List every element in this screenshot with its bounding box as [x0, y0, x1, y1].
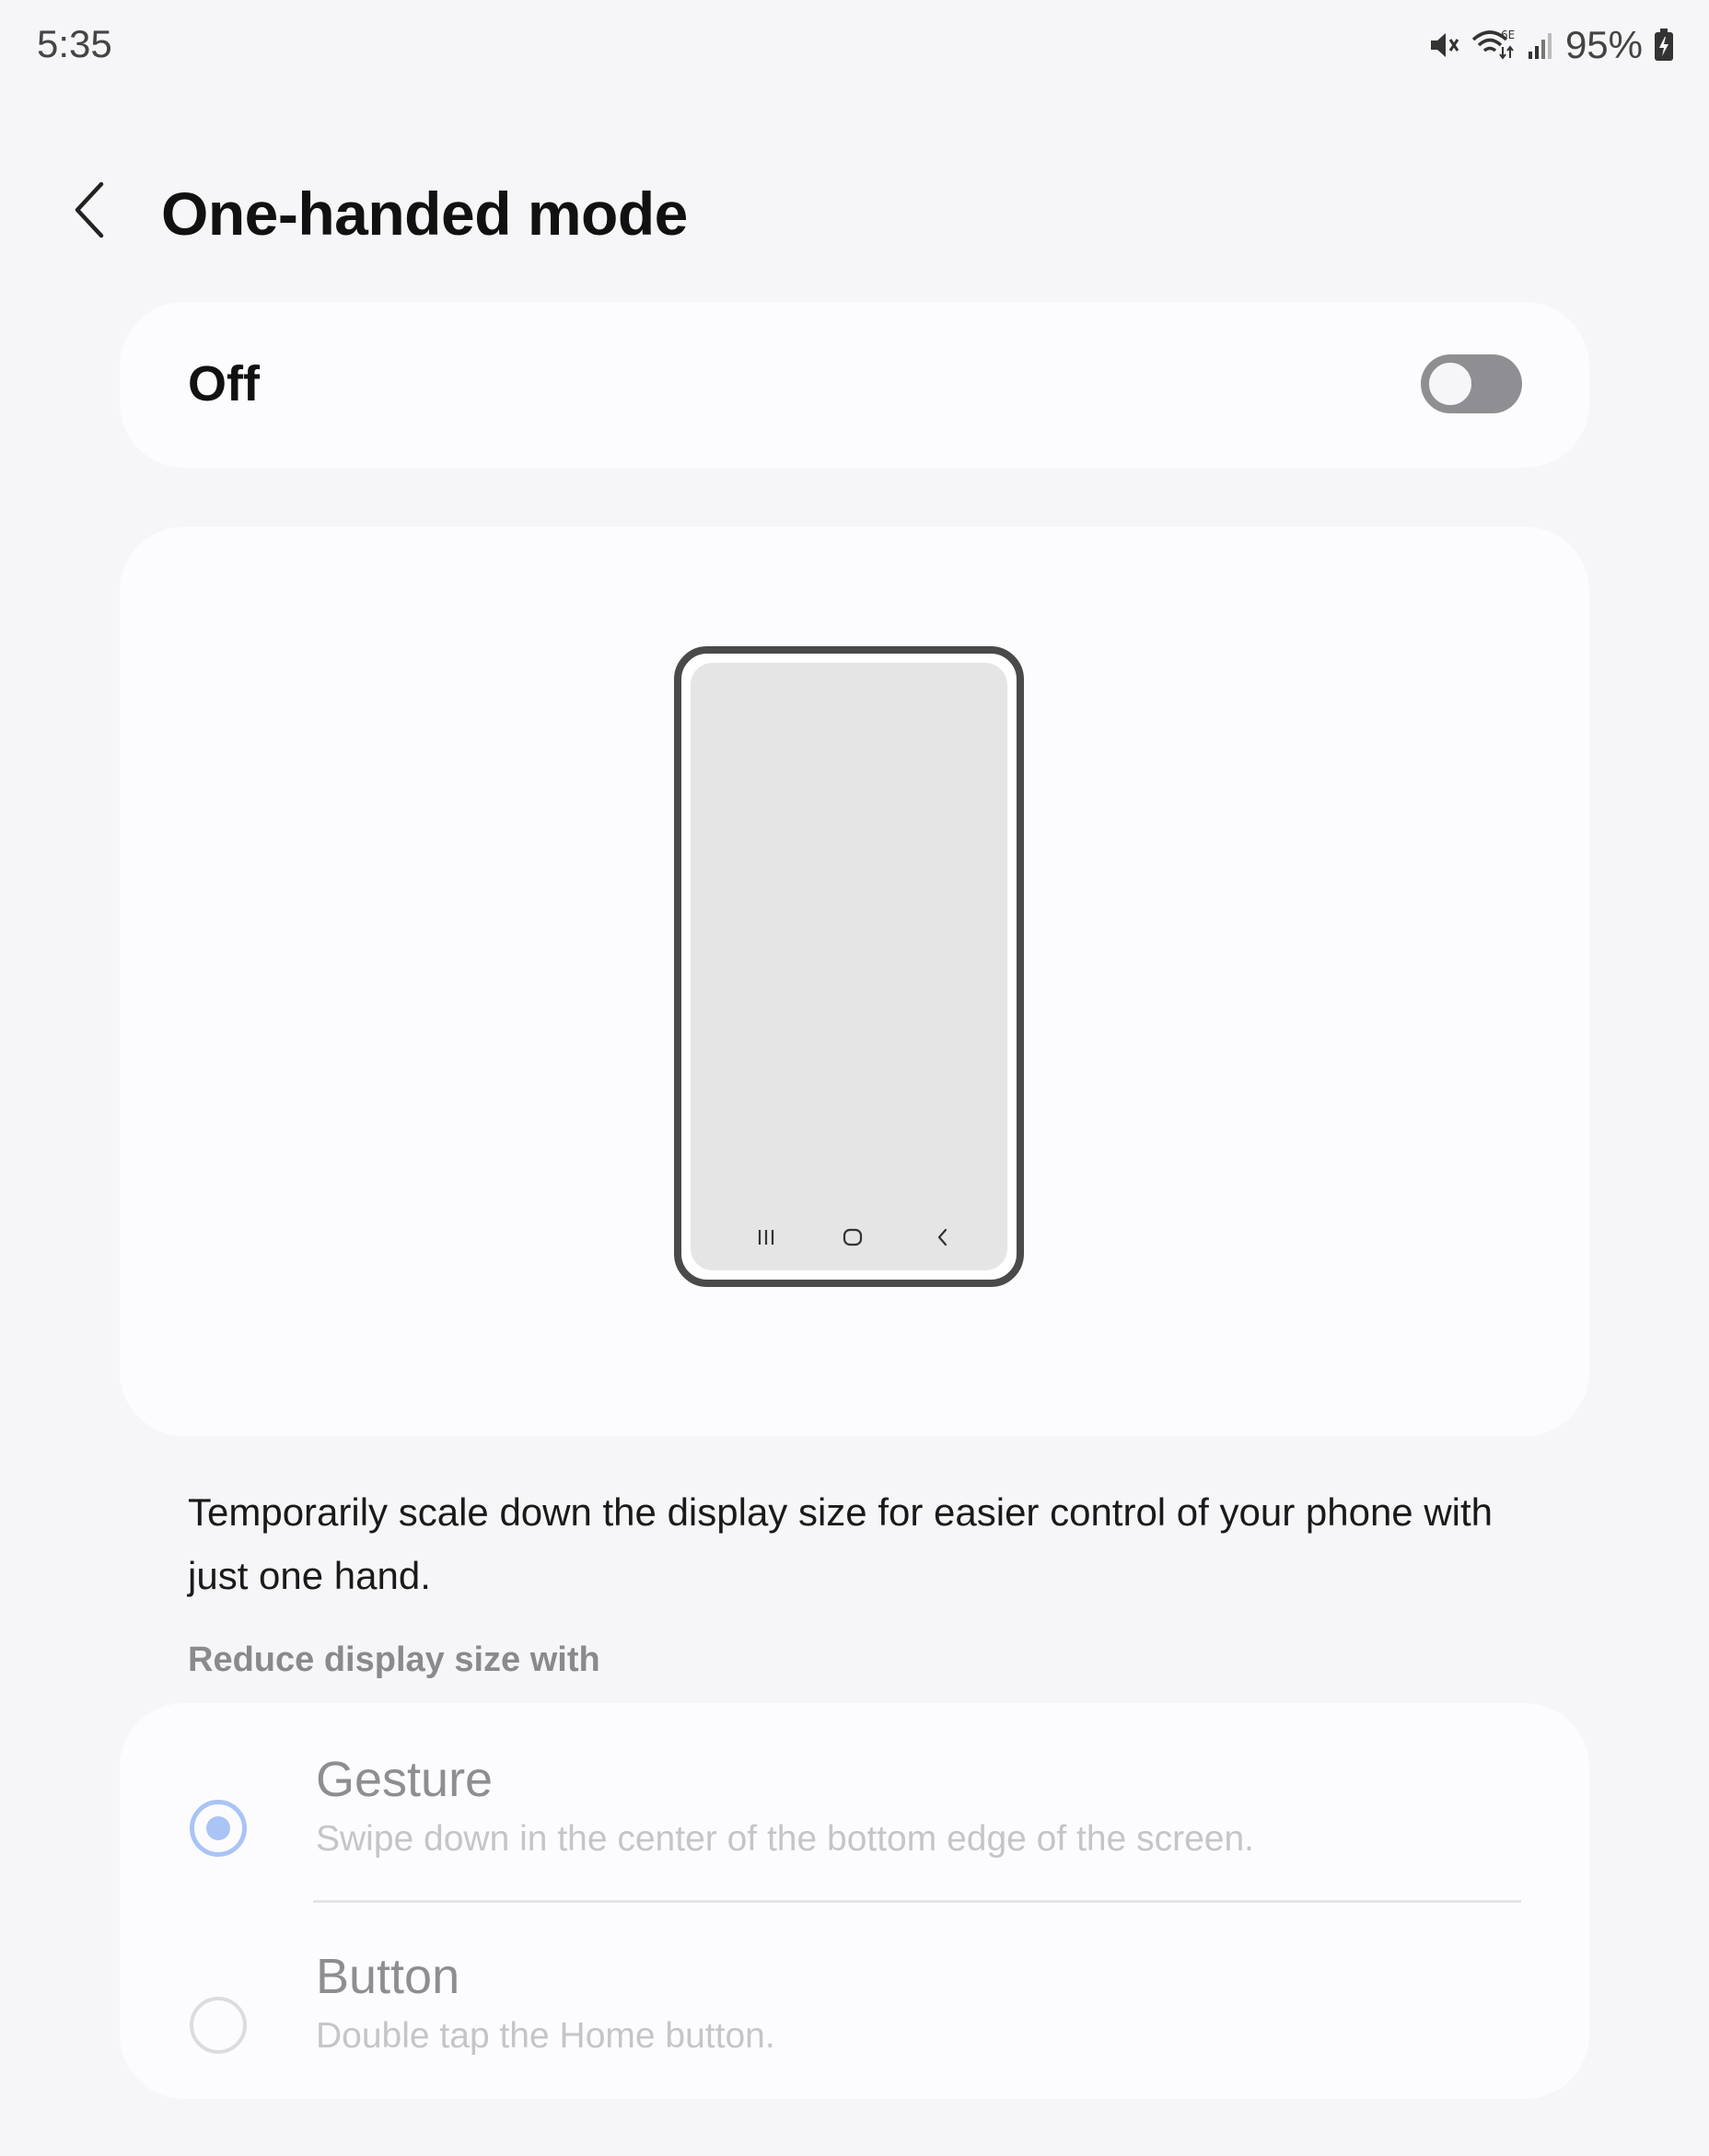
mute-icon — [1427, 29, 1460, 62]
phone-screen — [691, 663, 1007, 1270]
header: One-handed mode — [0, 166, 1709, 258]
recents-icon — [755, 1226, 777, 1253]
option-title: Gesture — [316, 1752, 494, 1807]
svg-text:6E: 6E — [1501, 29, 1515, 41]
phone-nav-bar — [691, 1226, 1007, 1254]
status-bar: 5:35 6E 95% — [0, 0, 1709, 92]
chevron-left-icon — [72, 180, 109, 244]
signal-icon — [1527, 29, 1554, 61]
wifi-6e-icon: 6E — [1471, 27, 1516, 64]
battery-percentage: 95% — [1564, 23, 1643, 66]
option-title: Button — [316, 1949, 460, 2004]
status-icons: 6E 95% — [1427, 22, 1674, 68]
back-icon — [932, 1226, 954, 1253]
button-radio[interactable] — [190, 1997, 247, 2054]
description-text: Temporarily scale down the display size … — [188, 1490, 1494, 1597]
radio-selected-dot — [206, 1816, 230, 1840]
home-icon — [842, 1226, 864, 1253]
illustration-card — [120, 527, 1589, 1436]
option-button[interactable]: Button Double tap the Home button. — [120, 1900, 1589, 2084]
master-switch-card[interactable]: Off — [120, 302, 1589, 468]
phone-illustration — [674, 646, 1024, 1287]
option-description: Swipe down in the center of the bottom e… — [316, 1819, 1254, 1859]
option-gesture[interactable]: Gesture Swipe down in the center of the … — [120, 1703, 1589, 1887]
page-title: One-handed mode — [161, 180, 688, 248]
master-switch-label: Off — [188, 356, 260, 411]
switch-knob — [1426, 360, 1474, 408]
gesture-radio[interactable] — [190, 1800, 247, 1857]
battery-charging-icon — [1654, 28, 1674, 63]
section-header: Reduce display size with — [188, 1640, 600, 1679]
back-button[interactable] — [61, 177, 120, 247]
status-time: 5:35 — [37, 22, 112, 65]
master-switch[interactable] — [1421, 354, 1522, 413]
option-description: Double tap the Home button. — [316, 2016, 775, 2056]
options-card: Gesture Swipe down in the center of the … — [120, 1703, 1589, 2099]
